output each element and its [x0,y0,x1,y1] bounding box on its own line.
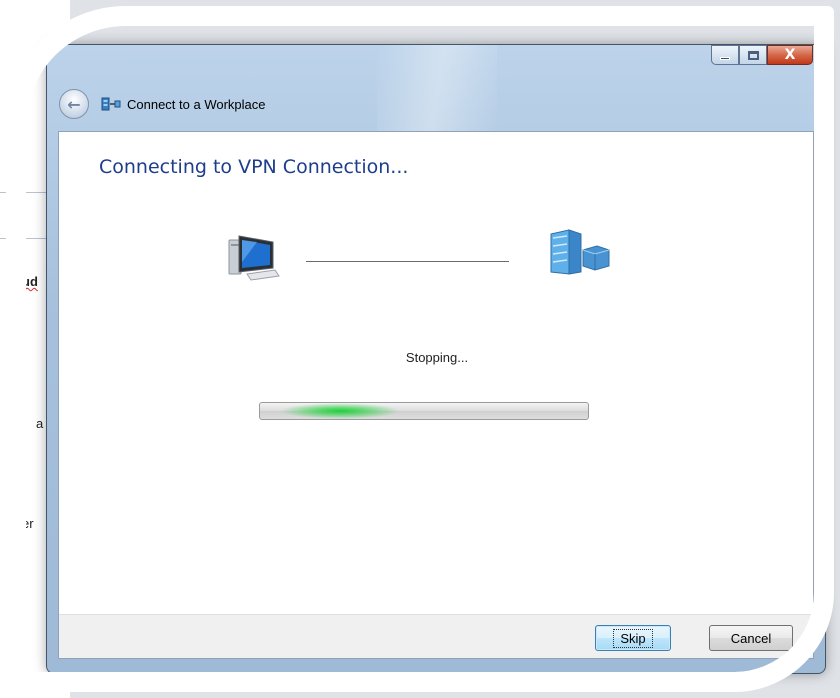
dialog-content: Connecting to VPN Connection... Stopping… [58,131,814,659]
progress-bar [259,402,589,420]
vpn-connection-icon [101,97,121,111]
computer-icon [228,235,280,281]
background-text-fragment: a [36,416,44,431]
title-bar: ← Connect to a Workplace [59,89,266,119]
skip-button[interactable]: Skip [595,625,671,651]
connection-line [306,261,509,262]
caption-buttons: X [711,45,813,65]
network-server-icon [550,229,610,275]
close-button[interactable]: X [767,45,813,65]
cancel-button-label: Cancel [730,630,772,646]
minimize-button[interactable] [711,45,739,65]
background-text-fragment: er [22,516,34,531]
window-glass-highlight [377,45,497,135]
maximize-button[interactable] [739,45,767,65]
progress-indicator [280,403,400,419]
connect-to-workplace-window: X ← Connect to a Workplace Connecting to… [46,44,826,674]
skip-button-label: Skip [613,628,653,648]
back-arrow-icon: ← [67,94,81,114]
cancel-button[interactable]: Cancel [709,625,793,651]
close-icon: X [784,47,796,63]
page-heading: Connecting to VPN Connection... [99,156,409,178]
dialog-footer: Skip Cancel [59,614,813,658]
maximize-icon [747,50,759,60]
minimize-icon [720,56,730,60]
window-title: Connect to a Workplace [127,96,266,112]
background-text-fragment: ud [22,274,38,289]
back-button[interactable]: ← [59,89,89,119]
status-text: Stopping... [405,350,469,365]
